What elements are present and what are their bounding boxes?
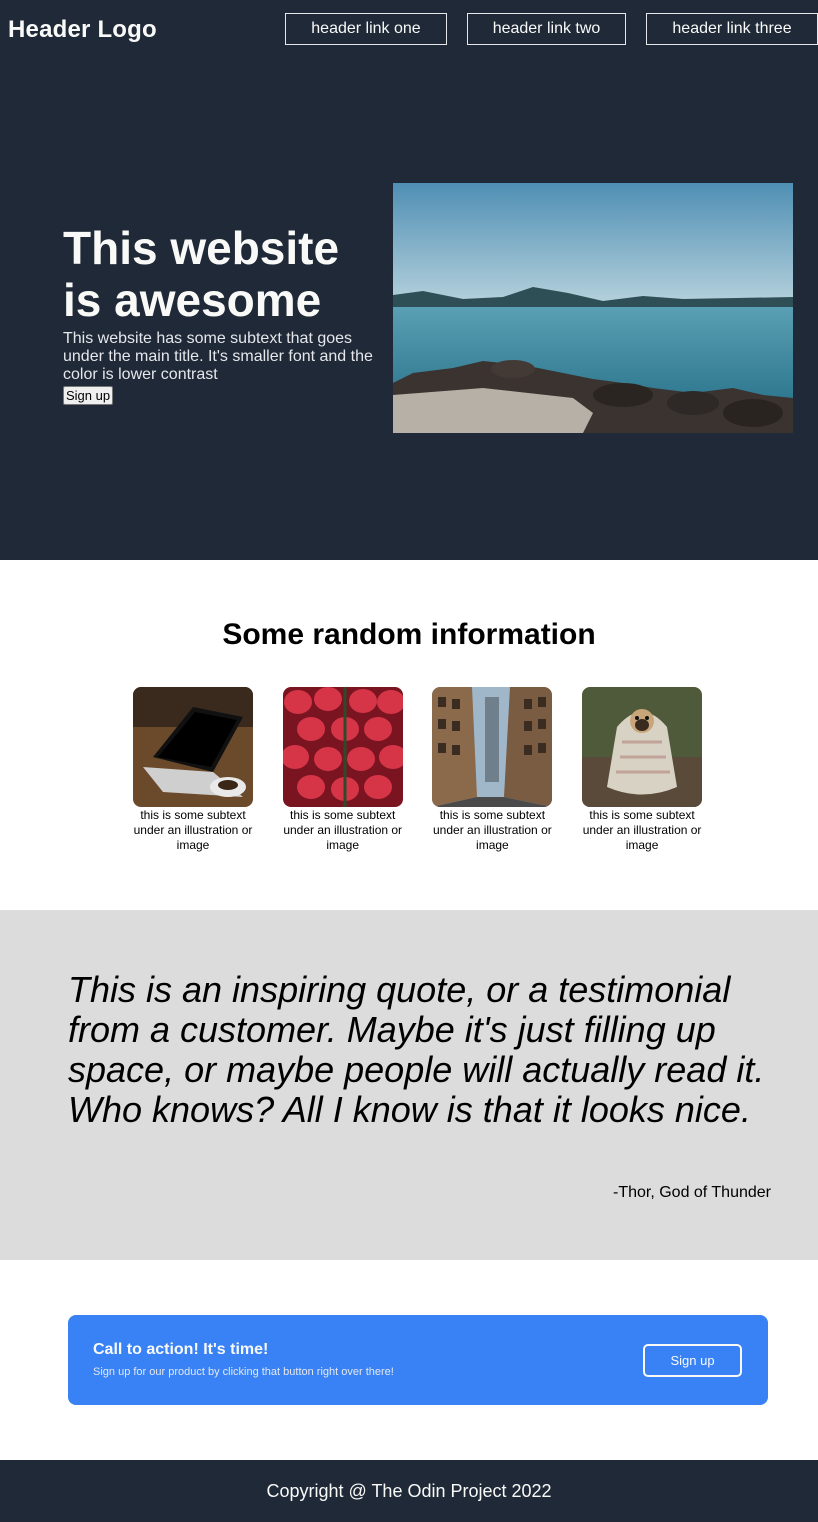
pug-in-blanket-image xyxy=(582,687,703,807)
cta-signup-button[interactable]: Sign up xyxy=(643,1344,742,1377)
card-subtext: this is some subtext under an illustrati… xyxy=(582,808,702,852)
city-street-illustration xyxy=(432,687,553,807)
footer: Copyright @ The Odin Project 2022 xyxy=(0,1460,818,1522)
strawberries-image xyxy=(282,687,403,807)
quote-author: -Thor, God of Thunder xyxy=(612,1184,771,1201)
info-section: Some random information this is some sub… xyxy=(0,560,818,910)
footer-copyright: Copyright @ The Odin Project 2022 xyxy=(266,1480,552,1501)
strawberries-illustration xyxy=(282,687,403,807)
cta-subtext: Sign up for our product by clicking that… xyxy=(93,1366,394,1378)
hero-text-block: This website is awesome This website has… xyxy=(63,222,383,405)
info-card: this is some subtext under an illustrati… xyxy=(128,687,258,853)
card-subtext: this is some subtext under an illustrati… xyxy=(133,808,253,852)
cta-title: Call to action! It's time! xyxy=(93,1341,269,1358)
header-nav: header link one header link two header l… xyxy=(285,13,818,45)
quote-text: This is an inspiring quote, or a testimo… xyxy=(68,969,765,1130)
info-card: this is some subtext under an illustrati… xyxy=(278,687,408,853)
header-logo[interactable]: Header Logo xyxy=(8,16,157,44)
laptop-illustration xyxy=(133,687,253,807)
city-street-image xyxy=(432,687,553,807)
hero-signup-button[interactable]: Sign up xyxy=(63,386,114,405)
lake-landscape-image xyxy=(393,183,793,433)
info-card: this is some subtext under an illustrati… xyxy=(577,687,707,853)
info-card: this is some subtext under an illustrati… xyxy=(427,687,557,853)
card-subtext: this is some subtext under an illustrati… xyxy=(433,808,552,852)
header-link-two[interactable]: header link two xyxy=(467,13,626,45)
hero-title: This website is awesome xyxy=(63,222,340,326)
card-subtext: this is some subtext under an illustrati… xyxy=(283,808,403,852)
cta-section: Call to action! It's time! Sign up for o… xyxy=(0,1260,818,1460)
lake-landscape-illustration xyxy=(393,183,793,433)
cta-box: Call to action! It's time! Sign up for o… xyxy=(68,1315,768,1405)
header-link-three[interactable]: header link three xyxy=(646,13,818,45)
info-title: Some random information xyxy=(222,618,596,651)
quote-section: This is an inspiring quote, or a testimo… xyxy=(0,910,818,1260)
laptop-image xyxy=(133,687,253,807)
hero-subtext: This website has some subtext that goes … xyxy=(63,330,373,383)
pug-in-blanket-illustration xyxy=(582,687,703,807)
info-cards: this is some subtext under an illustrati… xyxy=(128,687,707,853)
header-link-one[interactable]: header link one xyxy=(285,13,447,45)
hero-section: Header Logo header link one header link … xyxy=(0,0,818,560)
